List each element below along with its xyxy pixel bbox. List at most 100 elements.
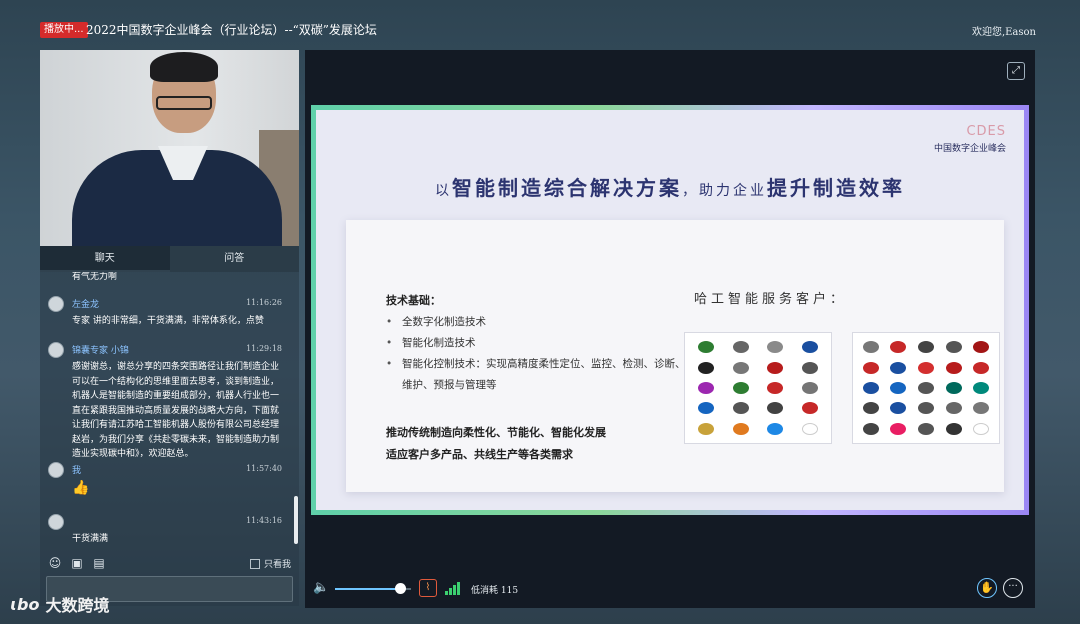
content-card: 技术基础： 全数字化制造技术 智能化制造技术 智能化控制技术：实现高精度柔性定位… (346, 220, 1004, 492)
client-logos-panel-b (852, 332, 1000, 444)
client-logo (859, 359, 883, 375)
tech-basis-title: 技术基础： (386, 294, 441, 307)
message-text: 干货满满 (72, 534, 109, 544)
client-logo (914, 359, 938, 375)
client-logo (726, 400, 757, 416)
tab-chat[interactable]: 聊天 (40, 246, 170, 272)
client-logo (795, 400, 826, 416)
speaker-video[interactable] (40, 50, 299, 246)
message-time: 11:16:26 (246, 298, 282, 307)
clients-title: 哈工智能服务客户： (694, 292, 848, 307)
client-logo (726, 421, 757, 437)
chat-panel: 聊天 问答 有气无力啊 左金龙 11:16:26 专家 讲的非常细，干货满满，非… (40, 246, 299, 606)
client-logo (795, 339, 826, 355)
client-logo (914, 400, 938, 416)
event-title: 2022中国数字企业峰会（行业论坛）--“双碳”发展论坛 (86, 23, 377, 37)
client-logo (726, 380, 757, 396)
cdes-logo-subtitle: 中国数字企业峰会 (933, 144, 1006, 154)
client-logo (887, 380, 911, 396)
avatar (48, 514, 64, 530)
slide-player: ⤢ CDES 中国数字企业峰会 以智能制造综合解决方案，助力企业提升制造效率 技… (305, 50, 1035, 608)
client-logo (887, 339, 911, 355)
bullet-item: 智能化控制技术：实现高精度柔性定位、监控、检测、诊断、维护、预报与管理等 (386, 354, 686, 396)
presentation-slide: CDES 中国数字企业峰会 以智能制造综合解决方案，助力企业提升制造效率 技术基… (311, 105, 1029, 515)
client-logo (726, 359, 757, 375)
client-logo (760, 359, 791, 375)
client-logo (691, 359, 722, 375)
client-logo (795, 421, 826, 437)
message-text: 专家 讲的非常细，干货满满，非常体系化，点赞 (72, 316, 264, 326)
watermark-text: 大数跨境 (45, 596, 110, 615)
client-logo (691, 380, 722, 396)
live-status-badge: 播放中... (40, 22, 88, 38)
client-logo (795, 359, 826, 375)
avatar (48, 342, 64, 358)
client-logo (691, 400, 722, 416)
bullet-item: 智能化制造技术 (386, 333, 686, 354)
bullet-item: 全数字化制造技术 (386, 312, 686, 333)
gift-icon[interactable]: ▣ (70, 556, 84, 570)
tab-qa[interactable]: 问答 (169, 246, 299, 272)
client-logo (691, 339, 722, 355)
volume-fill (335, 588, 400, 590)
client-logo (969, 339, 993, 355)
client-logo (914, 421, 938, 437)
client-logo (942, 380, 966, 396)
cdes-logo: CDES 中国数字企业峰会 (934, 124, 1006, 154)
image-icon[interactable]: ▤ (92, 556, 106, 570)
more-options-icon[interactable]: ··· (1003, 578, 1023, 598)
message-author: 左金龙 (72, 300, 100, 310)
message-author: 我 (72, 466, 82, 476)
client-logo (942, 359, 966, 375)
client-logo (942, 400, 966, 416)
client-logo (914, 380, 938, 396)
client-logos-panel-a (684, 332, 832, 444)
only-me-toggle[interactable]: 只看我 (249, 557, 291, 570)
client-logo (760, 421, 791, 437)
client-logo (969, 359, 993, 375)
signal-strength-icon (445, 581, 461, 595)
emoji-icon[interactable]: ☺ (48, 556, 62, 570)
message-author: 锦囊专家 小锦 (72, 346, 129, 356)
client-logo (969, 400, 993, 416)
tech-bullets: 全数字化制造技术 智能化制造技术 智能化控制技术：实现高精度柔性定位、监控、检测… (386, 312, 686, 396)
volume-knob[interactable] (394, 583, 406, 594)
client-logo (942, 339, 966, 355)
message-time: 11:43:16 (246, 516, 282, 525)
thumbs-up-icon: 👍 (72, 480, 90, 496)
client-logo (859, 380, 883, 396)
client-logo (969, 380, 993, 396)
volume-icon[interactable]: 🔈 (313, 580, 329, 595)
welcome-user: 欢迎您,Eason (971, 27, 1036, 38)
message-time: 11:57:40 (246, 464, 282, 473)
fullscreen-icon[interactable]: ⤢ (1007, 62, 1025, 80)
chat-tabs: 聊天 问答 (40, 246, 299, 272)
message-time: 11:29:18 (246, 344, 282, 353)
only-me-label: 只看我 (263, 560, 291, 570)
client-logo (969, 421, 993, 437)
client-logo (859, 421, 883, 437)
client-logo (859, 339, 883, 355)
client-logo (887, 421, 911, 437)
client-logo (795, 380, 826, 396)
cdes-logo-mark: CDES (966, 124, 1006, 139)
watermark: ɩbo 大数跨境 (10, 592, 110, 616)
stats-icon[interactable]: ⌇ (419, 579, 437, 597)
chat-toolbar: ☺ ▣ ▤ 只看我 (40, 554, 299, 574)
client-logo (760, 400, 791, 416)
client-logo (760, 380, 791, 396)
speaker-figure (72, 50, 282, 246)
latency-label: 低消耗 115 (471, 586, 519, 596)
summary-line-1: 推动传统制造向柔性化、节能化、智能化发展 (386, 426, 606, 439)
client-logo (942, 421, 966, 437)
top-bar: 播放中... 2022中国数字企业峰会（行业论坛）--“双碳”发展论坛 欢迎您,… (0, 0, 1080, 46)
client-logo (760, 339, 791, 355)
client-logo (859, 400, 883, 416)
chat-messages[interactable]: 有气无力啊 左金龙 11:16:26 专家 讲的非常细，干货满满，非常体系化，点… (40, 272, 292, 552)
only-me-checkbox[interactable] (249, 558, 260, 569)
chat-scrollbar[interactable] (294, 496, 298, 544)
client-logo (887, 400, 911, 416)
raise-hand-icon[interactable]: ✋ (977, 578, 997, 598)
slide-headline: 以智能制造综合解决方案，助力企业提升制造效率 (435, 176, 905, 200)
avatar (48, 296, 64, 312)
